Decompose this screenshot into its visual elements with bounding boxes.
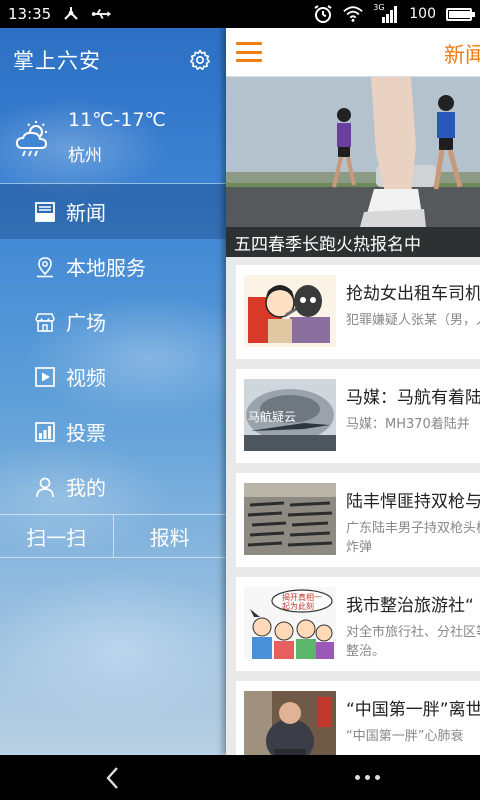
menu-label: 本地服务 [66,256,146,280]
thumbnail-caption: 马航疑云 [248,410,297,424]
news-item[interactable]: 揭开真相一起为此刻 我市整治旅游社“ 对全市旅行社、分社区等单位进行整治。 [236,577,480,671]
status-time: 13:35 [8,5,52,23]
hero-caption: 五四春季长跑火热报名中 [226,227,480,257]
menu-label: 我的 [66,476,106,500]
status-bar: 13:35 3G 100 [0,0,480,28]
report-button[interactable]: 报料 [112,515,227,557]
news-thumbnail [244,275,336,347]
menu-label: 新闻 [66,201,106,225]
news-summary: “中国第一胖”心肺衰 [346,729,464,744]
main-content: 新闻 五四春季长跑火热报名中 抢劫女出租车司机 犯罪嫌疑人张某（男， 马航疑云 … [226,28,480,755]
news-title: “中国第一胖”离世 [346,700,480,720]
menu-item-news[interactable]: 新闻 [0,184,226,239]
news-summary: 马媒：MH370着陆并 [346,417,470,432]
video-play-icon [34,366,56,388]
drawer-menu: 新闻 本地服务 广场 视频 投票 我的 [0,184,226,514]
store-icon [34,311,56,333]
system-nav-bar [0,755,480,800]
news-item[interactable]: “中国第一胖”离世 “中国第一胖”心肺衰 [236,681,480,755]
location-pin-icon [34,256,56,278]
menu-hamburger-icon[interactable] [236,42,262,62]
battery-icon [446,7,475,21]
hero-banner[interactable]: 五四春季长跑火热报名中 [226,77,480,257]
battery-fill [449,10,471,18]
drawer-header: 掌上六安 [0,28,226,92]
thumbnail-caption: 揭开真相一起为此刻 [282,593,322,611]
news-item[interactable]: 抢劫女出租车司机 犯罪嫌疑人张某（男，人）。 [236,265,480,359]
menu-item-mine[interactable]: 我的 [0,459,226,514]
cloud-sun-rain-icon [14,118,54,158]
usb-icon [91,4,112,24]
news-item[interactable]: 陆丰悍匪持双枪与 广东陆丰男子持双枪头枪战并投掷炸弹 [236,473,480,567]
menu-label: 视频 [66,366,106,390]
news-thumbnail: 马航疑云 [244,379,336,451]
news-title: 我市整治旅游社“ [346,596,474,616]
signal-icon: 3G [373,3,399,24]
back-arrow-icon[interactable] [100,765,126,791]
top-bar: 新闻 [226,28,480,77]
weather-temperature: 11℃-17℃ [68,109,166,131]
news-thumbnail: 揭开真相一起为此刻 [244,587,336,659]
menu-item-local-services[interactable]: 本地服务 [0,239,226,294]
menu-label: 广场 [66,311,106,335]
share-icon [61,4,81,24]
news-title: 抢劫女出租车司机 [346,284,480,304]
news-list: 抢劫女出租车司机 犯罪嫌疑人张某（男，人）。 马航疑云 马媒：马 [226,257,480,755]
app-title: 掌上六安 [13,49,101,73]
alarm-icon [313,4,333,24]
news-icon [34,201,56,223]
news-summary: 犯罪嫌疑人张某（男，人）。 [346,313,480,328]
news-title: 陆丰悍匪持双枪与 [346,492,480,512]
scan-button[interactable]: 扫一扫 [0,515,113,557]
navigation-drawer: 掌上六安 11℃-17℃ 杭州 新闻 本地服务 广场 视频 投票 我的 扫一扫 … [0,28,226,755]
battery-percent: 100 [409,6,436,22]
news-item[interactable]: 马航疑云 马媒：马航有着陆 马媒：MH370着陆并 [236,369,480,463]
network-type: 3G [373,3,385,12]
menu-item-vote[interactable]: 投票 [0,404,226,459]
news-summary: 对全市旅行社、分社区等单位进行整治。 [346,625,480,659]
menu-item-plaza[interactable]: 广场 [0,294,226,349]
user-icon [34,476,56,498]
weather-panel[interactable]: 11℃-17℃ 杭州 [0,92,226,184]
menu-item-video[interactable]: 视频 [0,349,226,404]
news-title: 马媒：马航有着陆 [346,388,480,408]
wifi-icon [343,4,363,24]
menu-label: 投票 [66,421,106,445]
news-thumbnail [244,483,336,555]
more-dots-icon[interactable] [352,769,382,785]
app-screen: 13:35 3G 100 掌上六安 11℃-17℃ 杭州 新闻 本地服务 广场 … [0,0,480,800]
gear-icon[interactable] [188,48,212,72]
drawer-actions: 扫一扫 报料 [0,514,226,558]
news-thumbnail [244,691,336,755]
bar-chart-icon [34,421,56,443]
page-title: 新闻 [444,43,480,67]
weather-city: 杭州 [68,146,102,166]
news-summary: 广东陆丰男子持双枪头枪战并投掷炸弹 [346,521,480,555]
